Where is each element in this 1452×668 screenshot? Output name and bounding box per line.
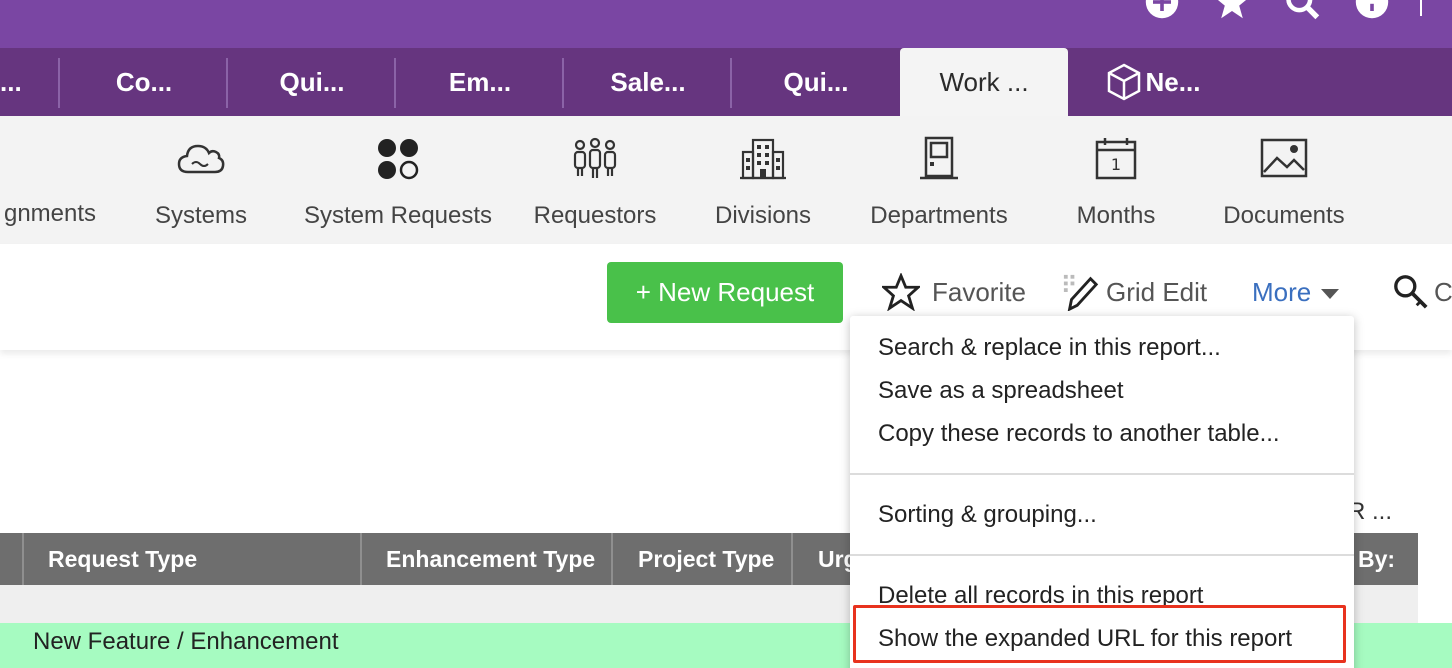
top-icons xyxy=(1112,0,1392,22)
tab-qui-2[interactable]: Qui... xyxy=(732,56,900,108)
new-request-button[interactable]: + New Request xyxy=(607,262,843,323)
cube-icon xyxy=(1107,63,1140,101)
menu-divider xyxy=(850,554,1354,556)
tab-label: Ne... xyxy=(1145,66,1201,97)
tab-truncated-0[interactable]: ... xyxy=(0,56,30,108)
four-circles-icon xyxy=(372,136,424,182)
tab-label: Qui... xyxy=(783,66,849,97)
module-documents[interactable]: Documents xyxy=(1214,136,1354,229)
column-separator xyxy=(611,533,613,585)
column-separator xyxy=(360,533,362,585)
people-group-icon xyxy=(569,136,621,182)
tab-co[interactable]: Co... xyxy=(60,56,228,108)
column-header-request-type[interactable]: Request Type xyxy=(48,533,348,585)
module-label: Requestors xyxy=(533,202,657,229)
module-months[interactable]: 1 Months xyxy=(1066,136,1166,229)
menu-divider xyxy=(850,473,1354,475)
column-header-by[interactable]: By: xyxy=(1358,533,1418,585)
tab-ne[interactable]: Ne... xyxy=(1068,56,1236,108)
column-header-enhancement-type[interactable]: Enhancement Type xyxy=(386,533,606,585)
module-departments[interactable]: Departments xyxy=(864,136,1014,229)
tab-label: Em... xyxy=(448,66,512,97)
module-label: Systems xyxy=(154,202,247,229)
menu-item-sorting-grouping[interactable]: Sorting & grouping... xyxy=(878,501,1097,529)
tab-qui-1[interactable]: Qui... xyxy=(228,56,396,108)
image-icon xyxy=(1258,136,1310,182)
grid-edit-icon xyxy=(1063,274,1099,311)
more-menu-button[interactable]: More xyxy=(1252,272,1340,312)
top-divider xyxy=(1420,0,1422,16)
menu-item-search-replace[interactable]: Search & replace in this report... xyxy=(878,334,1221,362)
tab-label: ... xyxy=(0,66,22,97)
star-outline-icon xyxy=(882,273,920,311)
annotation-highlight-box xyxy=(853,605,1346,663)
module-requestors[interactable]: Requestors xyxy=(530,136,660,229)
menu-item-copy-records[interactable]: Copy these records to another table... xyxy=(878,420,1280,448)
tab-label: Co... xyxy=(115,66,173,97)
module-divisions[interactable]: Divisions xyxy=(703,136,823,229)
menu-item-save-spreadsheet[interactable]: Save as a spreadsheet xyxy=(878,377,1124,405)
tab-label: Qui... xyxy=(279,66,345,97)
tab-label: Sale... xyxy=(610,66,686,97)
tab-em[interactable]: Em... xyxy=(396,56,564,108)
module-system-requests[interactable]: System Requests xyxy=(303,136,493,229)
column-separator xyxy=(22,533,24,585)
tab-work-active[interactable]: Work ... xyxy=(900,48,1068,116)
app-tab-bar: ... Co... Qui... Em... Sale... Qui... Wo… xyxy=(0,48,1452,116)
module-systems[interactable]: Systems xyxy=(141,136,261,229)
cloud-icon xyxy=(175,136,227,182)
calendar-icon: 1 xyxy=(1090,136,1142,182)
door-icon xyxy=(913,136,965,182)
chevron-down-icon xyxy=(1321,289,1340,299)
help-icon[interactable] xyxy=(1352,0,1392,22)
search-key-icon xyxy=(1394,275,1428,309)
star-icon[interactable] xyxy=(1212,0,1252,22)
assignments-icon xyxy=(24,136,76,180)
module-label: Documents xyxy=(1223,202,1345,229)
more-label: More xyxy=(1252,276,1312,307)
customize-button[interactable]: C xyxy=(1392,272,1452,312)
module-label: System Requests xyxy=(303,202,493,229)
column-separator xyxy=(791,533,793,585)
favorite-button[interactable]: Favorite xyxy=(882,272,1026,312)
customize-label: C xyxy=(1434,276,1452,307)
module-nav: gnments Systems System Requests Requesto… xyxy=(0,116,1452,244)
building-icon xyxy=(737,136,789,182)
module-label: Divisions xyxy=(714,202,812,229)
tab-sale[interactable]: Sale... xyxy=(564,56,732,108)
cell-request-type: New Feature / Enhancement xyxy=(33,628,339,655)
add-icon[interactable] xyxy=(1142,0,1182,22)
module-label: gnments xyxy=(3,200,97,227)
app-root: ... Co... Qui... Em... Sale... Qui... Wo… xyxy=(0,0,1452,668)
module-label: Departments xyxy=(870,202,1008,229)
top-bar xyxy=(0,0,1452,48)
search-icon[interactable] xyxy=(1282,0,1322,22)
column-header-project-type[interactable]: Project Type xyxy=(638,533,788,585)
calendar-day: 1 xyxy=(1111,155,1121,174)
module-assignments[interactable]: gnments xyxy=(0,136,110,228)
favorite-label: Favorite xyxy=(932,276,1026,307)
tab-label: Work ... xyxy=(939,66,1029,97)
grid-edit-button[interactable]: Grid Edit xyxy=(1062,272,1207,312)
module-label: Months xyxy=(1076,202,1156,229)
column-label-truncated: R ... xyxy=(1348,498,1393,525)
grid-edit-label: Grid Edit xyxy=(1106,276,1208,307)
